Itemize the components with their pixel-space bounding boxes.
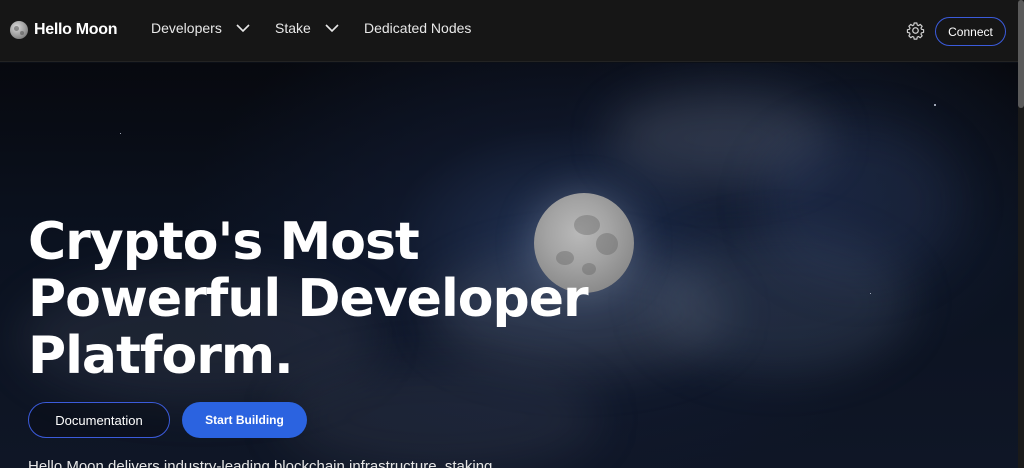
star bbox=[870, 293, 871, 294]
star bbox=[120, 133, 121, 134]
nav-item-label: Developers bbox=[151, 20, 222, 36]
hero-section: Crypto's Most Powerful Developer Platfor… bbox=[0, 63, 1018, 468]
nav-item-label: Dedicated Nodes bbox=[364, 20, 472, 36]
brand-name: Hello Moon bbox=[34, 21, 118, 38]
scrollbar-thumb[interactable] bbox=[1018, 0, 1024, 108]
documentation-button[interactable]: Documentation bbox=[28, 402, 170, 438]
page-scrollbar[interactable] bbox=[1018, 0, 1024, 468]
start-building-button[interactable]: Start Building bbox=[182, 402, 307, 438]
hero-description: Hello Moon delivers industry-leading blo… bbox=[28, 458, 493, 468]
top-navbar: Hello Moon Developers Stake Dedicated No… bbox=[0, 0, 1018, 62]
nav-item-developers[interactable]: Developers bbox=[151, 20, 250, 36]
hero-headline: Crypto's Most Powerful Developer Platfor… bbox=[28, 214, 648, 385]
headline-line: Crypto's Most bbox=[28, 212, 420, 272]
nav-item-label: Stake bbox=[275, 20, 311, 36]
chevron-down-icon bbox=[236, 24, 250, 33]
headline-line: Platform. bbox=[28, 326, 294, 386]
chevron-down-icon bbox=[325, 24, 339, 33]
star bbox=[934, 104, 936, 106]
gear-icon[interactable] bbox=[906, 21, 925, 40]
connect-button[interactable]: Connect bbox=[935, 17, 1006, 46]
moon-logo-icon bbox=[10, 21, 28, 39]
hero-cloud bbox=[760, 123, 960, 283]
headline-line: Powerful Developer bbox=[28, 269, 589, 329]
nav-item-dedicated-nodes[interactable]: Dedicated Nodes bbox=[364, 20, 471, 36]
nav-item-stake[interactable]: Stake bbox=[275, 20, 339, 36]
brand-logo-link[interactable]: Hello Moon bbox=[10, 21, 118, 39]
